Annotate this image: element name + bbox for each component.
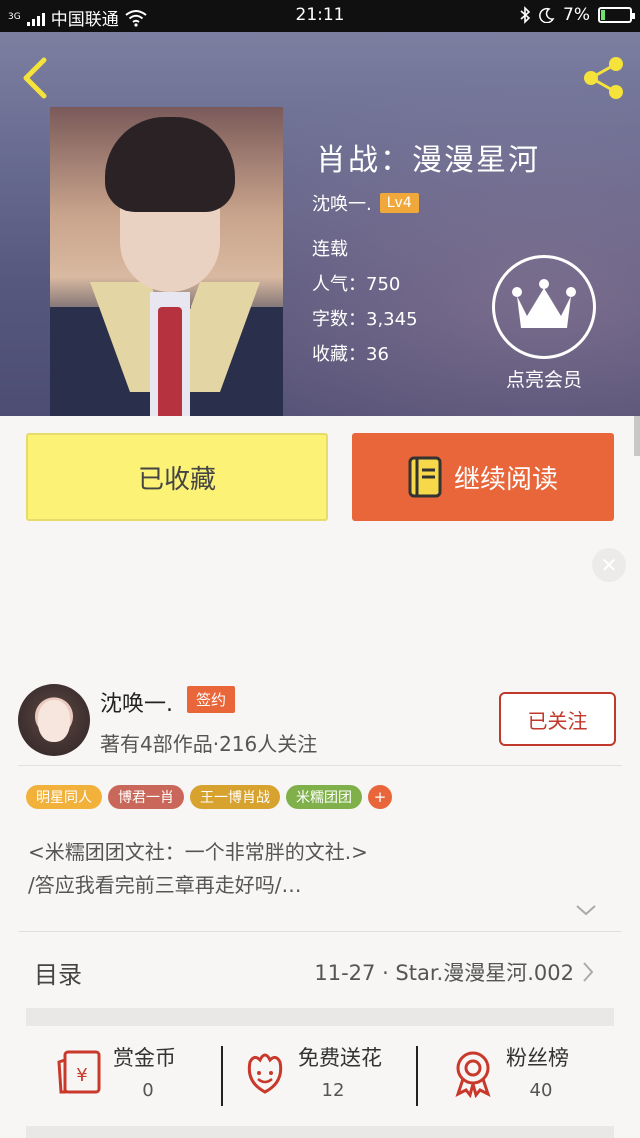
back-button[interactable] [18,56,54,100]
section-spacer [26,1126,614,1138]
latest-chapter: 11-27 · Star.漫漫星河.002 [314,961,574,985]
author-name: 沈唤一. [312,194,372,215]
chevron-right-icon [583,962,594,982]
red-envelope-icon: ¥ [57,1050,101,1094]
battery-percent: 7% [563,5,590,25]
author-stats: 著有4部作品·216人关注 [100,732,318,756]
add-tag-button[interactable]: + [368,785,392,809]
favorite-count: 收藏：36 [312,344,389,365]
continue-reading-label: 继续阅读 [453,464,558,495]
divider [416,1046,418,1106]
chevron-down-icon[interactable] [574,902,598,918]
tag-list: 明星同人 博君一肖 王一博肖战 米糯团团 + [26,785,392,809]
catalog-label: 目录 [34,961,82,989]
battery-icon [598,7,635,23]
reward-coins-count: 0 [142,1080,154,1101]
continue-reading-button[interactable]: 继续阅读 [352,433,614,521]
serial-status: 连载 [312,239,348,260]
tag-item[interactable]: 王一博肖战 [190,785,280,809]
vip-button[interactable] [492,255,596,359]
level-badge: Lv4 [379,193,419,213]
book-title: 肖战：漫漫星河 [316,143,540,178]
flower-count: 12 [321,1080,345,1101]
signed-badge: 签约 [187,686,236,713]
vip-label: 点亮会员 [505,369,582,391]
book-cover[interactable] [50,107,283,416]
book-description[interactable]: <米糯团团文社：一个非常胖的文社.> /答应我看完前三章再走好吗/… [28,836,608,902]
description-line: <米糯团团文社：一个非常胖的文社.> [28,840,368,864]
divider [18,765,622,766]
description-line: /答应我看完前三章再走好吗/… [28,873,302,897]
section-spacer [26,1008,614,1026]
book-author[interactable]: 沈唤一. Lv4 [312,190,419,216]
tag-item[interactable]: 博君一肖 [108,785,184,809]
following-button[interactable]: 已关注 [499,692,616,746]
tag-item[interactable]: 明星同人 [26,785,102,809]
bluetooth-icon [520,6,531,24]
word-count: 字数：3,345 [312,309,418,330]
fan-count: 40 [529,1080,553,1101]
favorited-button[interactable]: 已收藏 [26,433,328,521]
reward-coins-label: 赏金币 [113,1046,176,1070]
send-flower-label: 免费送花 [298,1046,382,1070]
share-button[interactable] [580,54,628,102]
author-avatar[interactable] [18,684,90,756]
crown-icon [512,279,576,328]
ribbon-badge-icon [455,1051,491,1098]
scrollbar[interactable] [634,416,640,456]
flower-icon [247,1053,283,1094]
fan-ranking-label: 粉丝榜 [506,1046,569,1070]
divider [221,1046,223,1106]
status-bar: 3G 中国联通 21:11 7% [0,0,640,32]
popularity: 人气：750 [312,274,401,295]
moon-icon [539,7,555,23]
close-icon[interactable]: ✕ [592,548,626,582]
tag-item[interactable]: 米糯团团 [286,785,362,809]
book-header: 肖战：漫漫星河 沈唤一. Lv4 连载 人气：750 字数：3,345 收藏：3… [0,32,640,416]
book-icon [408,456,442,498]
svg-text:¥: ¥ [76,1065,87,1086]
author-card-name[interactable]: 沈唤一. [100,686,173,718]
divider [18,931,622,932]
